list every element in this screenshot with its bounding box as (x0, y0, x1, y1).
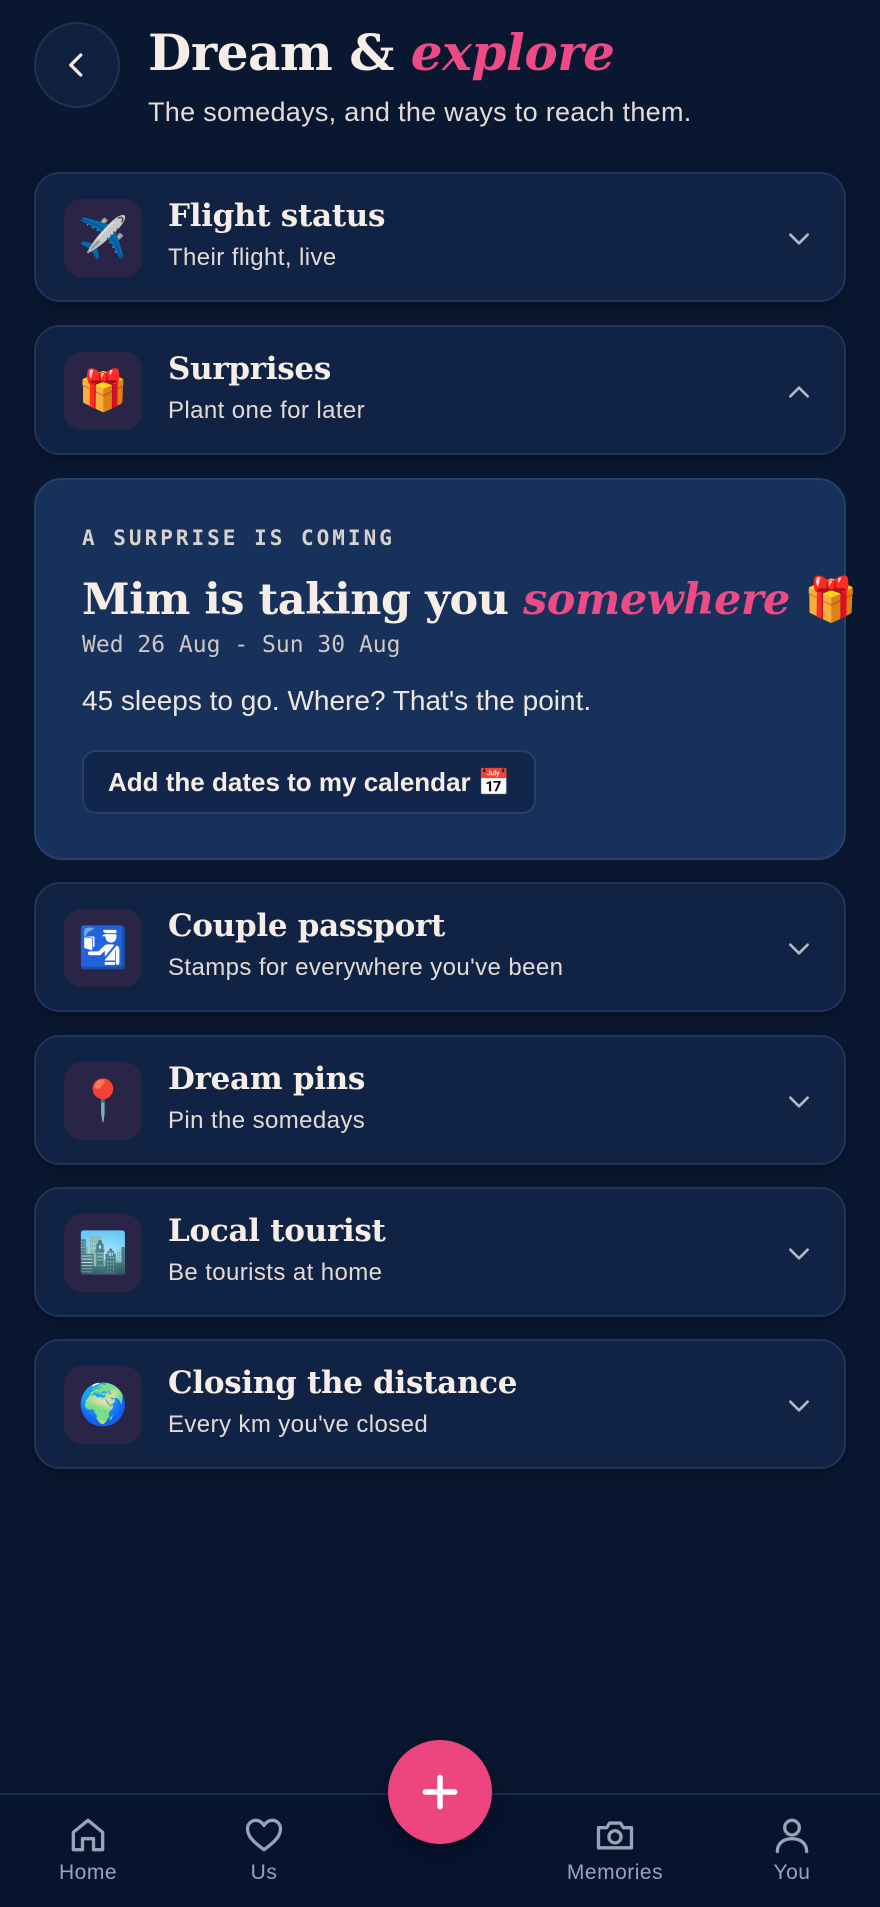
surprise-body: 45 sleeps to go. Where? That's the point… (82, 685, 592, 716)
nav-home[interactable]: Home (18, 1813, 158, 1885)
section-title: Surprises (168, 351, 331, 387)
page-title: Dream & explore (148, 20, 615, 86)
back-button[interactable] (34, 22, 120, 108)
section-subtitle: Pin the somedays (168, 1107, 366, 1134)
nav-you[interactable]: You (722, 1813, 862, 1885)
surprise-headline-accent: somewhere (522, 575, 790, 625)
nav-us[interactable]: Us (194, 1813, 334, 1885)
chevron-down-icon[interactable] (784, 1087, 814, 1117)
chevron-down-icon[interactable] (784, 1239, 814, 1269)
section-dream-pins[interactable]: 📍 Dream pins Pin the somedays (34, 1035, 846, 1165)
add-to-calendar-button[interactable]: Add the dates to my calendar 📅 (82, 750, 537, 814)
nav-us-label: Us (250, 1861, 278, 1884)
chevron-left-icon (69, 53, 83, 77)
nav-memories[interactable]: Memories (545, 1813, 685, 1885)
chevron-up-icon[interactable] (784, 377, 814, 407)
globe-icon: 🌍 (64, 1366, 142, 1444)
page-title-main: Dream & (148, 23, 394, 82)
section-subtitle: Be tourists at home (168, 1259, 383, 1286)
section-title: Couple passport (168, 908, 446, 944)
airplane-icon: ✈️ (64, 199, 142, 277)
section-subtitle: Their flight, live (168, 244, 337, 271)
section-title: Dream pins (168, 1061, 366, 1097)
add-button[interactable] (388, 1740, 492, 1844)
page-header: Dream & explore The somedays, and the wa… (0, 0, 880, 160)
section-subtitle: Stamps for everywhere you've been (168, 954, 564, 981)
plus-icon (422, 1774, 458, 1810)
section-title: Flight status (168, 198, 386, 234)
section-couple-passport[interactable]: 🛂 Couple passport Stamps for everywhere … (34, 882, 846, 1012)
gift-icon: 🎁 (804, 575, 858, 625)
surprise-dates: Wed 26 Aug - Sun 30 Aug (82, 632, 401, 658)
section-surprises[interactable]: 🎁 Surprises Plant one for later (34, 325, 846, 455)
section-flight-status[interactable]: ✈️ Flight status Their flight, live (34, 172, 846, 302)
chevron-down-icon[interactable] (784, 1391, 814, 1421)
section-closing-the-distance[interactable]: 🌍 Closing the distance Every km you've c… (34, 1339, 846, 1469)
person-icon (775, 1818, 809, 1854)
surprise-card: A SURPRISE IS COMING Mim is taking you s… (34, 478, 858, 860)
section-title: Local tourist (168, 1213, 386, 1249)
page-subtitle: The somedays, and the ways to reach them… (148, 97, 692, 127)
gift-icon: 🎁 (64, 352, 142, 430)
camera-icon (596, 1821, 634, 1850)
nav-home-label: Home (58, 1861, 118, 1884)
pin-icon: 📍 (64, 1062, 142, 1140)
page-title-accent: explore (410, 23, 615, 82)
nav-you-label: You (773, 1861, 811, 1884)
passport-control-icon: 🛂 (64, 909, 142, 987)
surprise-headline-main: Mim is taking you (82, 575, 509, 625)
cityscape-icon: 🏙️ (64, 1214, 142, 1292)
surprise-eyebrow: A SURPRISE IS COMING (82, 526, 395, 550)
section-subtitle: Plant one for later (168, 397, 366, 424)
surprise-headline: Mim is taking you somewhere 🎁 (82, 572, 858, 628)
nav-memories-label: Memories (566, 1861, 664, 1884)
home-icon (71, 1818, 105, 1852)
chevron-down-icon[interactable] (784, 934, 814, 964)
section-local-tourist[interactable]: 🏙️ Local tourist Be tourists at home (34, 1187, 846, 1317)
heart-icon (245, 1818, 283, 1852)
chevron-down-icon[interactable] (784, 224, 814, 254)
section-subtitle: Every km you've closed (168, 1411, 429, 1438)
section-title: Closing the distance (168, 1365, 518, 1401)
